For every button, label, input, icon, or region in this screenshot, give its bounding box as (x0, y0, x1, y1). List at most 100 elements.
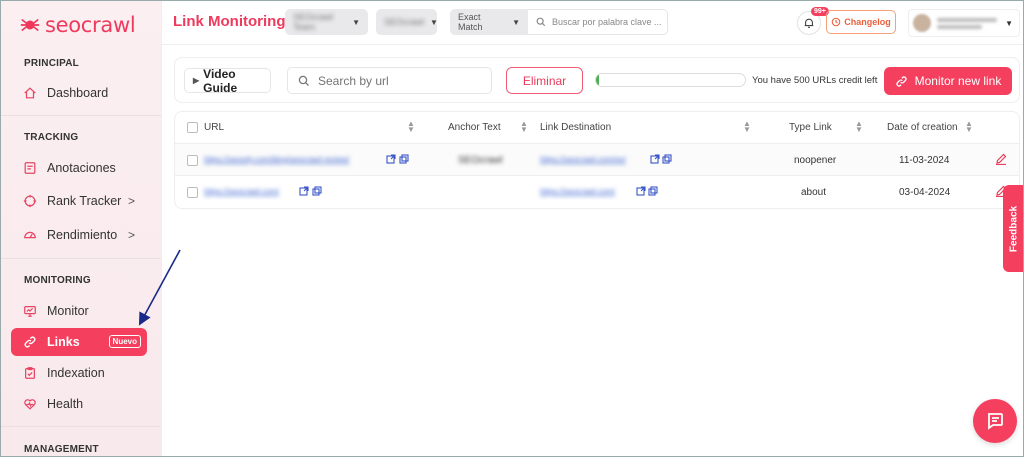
project-select[interactable]: SEOcrawl Team ▼ (285, 9, 368, 35)
row-destination-link[interactable]: https://seocrawl.com/ (540, 187, 632, 196)
sidebar-item-label: Health (47, 397, 84, 411)
video-guide-button[interactable]: ▶ Video Guide (184, 66, 271, 95)
table-header: URL ▲ ▼ Anchor Text ▲ ▼ Link Destination ▲… (175, 112, 1019, 144)
monitor-new-link-button[interactable]: Monitor new link (884, 67, 1012, 95)
search-icon (298, 75, 309, 86)
row-destination-link[interactable]: https://seocrawl.com/es/ (540, 155, 646, 164)
sidebar-item-rendimiento[interactable]: Rendimiento > (11, 221, 147, 249)
search-icon (536, 17, 546, 27)
row-date: 11-03-2024 (899, 155, 950, 166)
divider (1, 426, 161, 427)
section-tracking: TRACKING (24, 132, 79, 143)
sidebar-item-label: Anotaciones (47, 161, 116, 175)
copy-icon[interactable] (662, 154, 672, 164)
sidebar-item-label: Indexation (47, 366, 105, 380)
changelog-label: Changelog (844, 17, 891, 27)
sidebar: seocrawl PRINCIPAL Dashboard TRACKING An… (1, 1, 162, 456)
external-link-icon[interactable] (636, 186, 646, 196)
avatar (913, 14, 931, 32)
copy-icon[interactable] (312, 186, 322, 196)
credit-progress-bar (595, 73, 746, 87)
sidebar-item-label: Rank Tracker (47, 194, 122, 208)
url-search-input[interactable] (318, 73, 478, 88)
column-header-type-link[interactable]: Type Link (789, 122, 832, 133)
sidebar-item-label: Monitor (47, 304, 89, 318)
chevron-down-icon: ▼ (352, 17, 360, 27)
divider (1, 115, 161, 116)
note-icon (24, 162, 36, 174)
external-link-icon[interactable] (386, 154, 396, 164)
sort-icon[interactable]: ▲ ▼ (520, 120, 528, 134)
external-link-icon[interactable] (299, 186, 309, 196)
keyword-search-input[interactable]: Buscar por palabra clave ... (528, 9, 668, 35)
section-principal: PRINCIPAL (24, 58, 79, 69)
sort-icon[interactable]: ▲ ▼ (855, 120, 863, 134)
row-anchor-text: SEOcrawl (458, 155, 503, 166)
user-menu[interactable]: ▼ (908, 9, 1020, 37)
sidebar-item-health[interactable]: Health (11, 390, 147, 418)
credit-text: You have 500 URLs credit left (752, 75, 878, 86)
clipboard-icon (25, 367, 35, 379)
select-all-checkbox[interactable] (187, 122, 198, 133)
gauge-icon (24, 231, 36, 239)
changelog-button[interactable]: Changelog (826, 10, 896, 34)
column-header-url[interactable]: URL (204, 122, 224, 133)
sidebar-item-rank-tracker[interactable]: Rank Tracker > (11, 187, 147, 215)
keyword-search-placeholder: Buscar por palabra clave ... (552, 17, 662, 27)
row-url-link[interactable]: https://seocrawl.com/ (204, 187, 294, 196)
link-icon (24, 336, 36, 348)
match-type-select[interactable]: Exact Match ▼ (450, 9, 528, 35)
sidebar-item-indexation[interactable]: Indexation (11, 359, 147, 387)
chat-icon (988, 413, 1003, 430)
sidebar-item-label: Dashboard (47, 86, 109, 100)
target-icon (23, 194, 37, 208)
project-select-value: SEOcrawl Team (293, 12, 334, 32)
row-type-link: noopener (794, 155, 837, 166)
delete-button[interactable]: Eliminar (506, 67, 583, 94)
sidebar-item-links[interactable]: Links Nuevo (11, 328, 147, 356)
toolbar-card: ▶ Video Guide Eliminar You have 500 URLs… (174, 57, 1020, 103)
top-bar: Link Monitoring SEOcrawl Team ▼ SEOcrawl… (162, 1, 1023, 45)
copy-icon[interactable] (648, 186, 658, 196)
link-icon (896, 75, 907, 87)
row-date: 03-04-2024 (899, 187, 951, 198)
sidebar-item-monitor[interactable]: Monitor (11, 297, 147, 325)
logo[interactable]: seocrawl (19, 11, 136, 39)
column-header-anchor-text[interactable]: Anchor Text (448, 122, 501, 133)
url-search-field[interactable] (287, 67, 492, 94)
row-url-link[interactable]: https://seoxdy.com/blog/seocrawl-review/ (204, 155, 382, 164)
monitor-icon (24, 306, 36, 317)
sort-icon[interactable]: ▲ ▼ (743, 120, 751, 134)
external-link-icon[interactable] (650, 154, 660, 164)
copy-icon[interactable] (399, 154, 409, 164)
chevron-right-icon: > (127, 228, 135, 242)
column-header-date-of-creation[interactable]: Date of creation (887, 122, 958, 133)
spider-logo-icon (20, 18, 40, 32)
sidebar-item-dashboard[interactable]: Dashboard (11, 79, 147, 107)
country-select[interactable]: SEOcrawl ▼ (376, 9, 438, 35)
bell-icon (804, 18, 814, 28)
divider (1, 258, 161, 259)
video-guide-label: Video Guide (203, 66, 238, 95)
row-checkbox[interactable] (187, 155, 198, 166)
monitor-new-link-label: Monitor new link (914, 74, 1002, 88)
table-row: https://seoxdy.com/blog/seocrawl-review/… (175, 144, 1019, 176)
column-header-link-destination[interactable]: Link Destination (540, 122, 611, 133)
section-monitoring: MONITORING (24, 275, 91, 286)
logo-text: seocrawl (45, 13, 136, 37)
sort-icon[interactable]: ▲ ▼ (965, 120, 973, 134)
chevron-right-icon: > (127, 194, 135, 208)
sidebar-item-anotaciones[interactable]: Anotaciones (11, 154, 147, 182)
edit-pencil-icon[interactable] (995, 153, 1007, 165)
row-checkbox[interactable] (187, 187, 198, 198)
chat-button[interactable] (973, 399, 1017, 443)
table-row: https://seocrawl.com/ https://seocrawl.c… (175, 176, 1019, 208)
sort-icon[interactable]: ▲ ▼ (407, 120, 415, 134)
chevron-down-icon: ▼ (1005, 18, 1013, 28)
match-type-value: Exact Match (458, 12, 483, 32)
feedback-tab[interactable]: Feedback (1003, 185, 1023, 272)
heart-icon (24, 399, 36, 410)
country-select-value: SEOcrawl (384, 17, 425, 27)
row-type-link: about (801, 187, 827, 198)
app-window: seocrawl PRINCIPAL Dashboard TRACKING An… (0, 0, 1024, 457)
